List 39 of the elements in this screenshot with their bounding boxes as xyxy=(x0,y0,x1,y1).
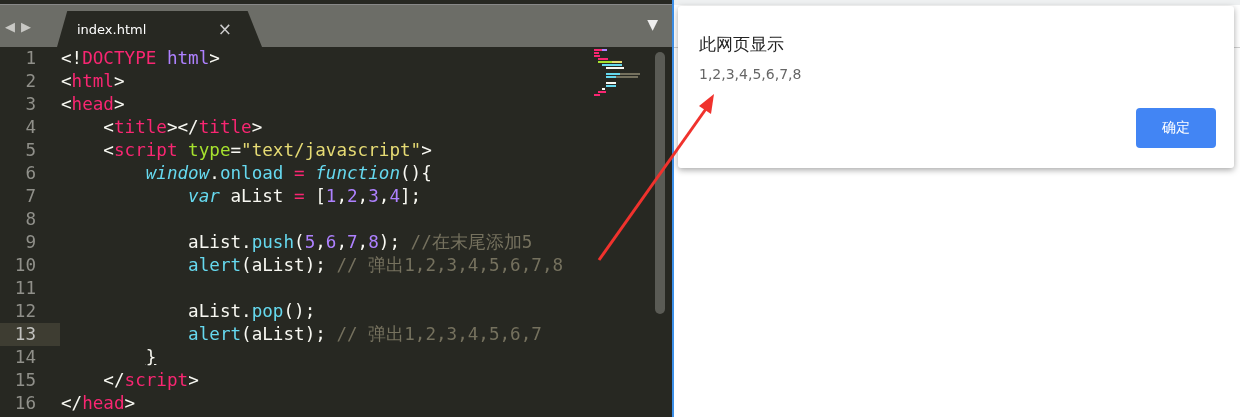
code-line: alert(aList); // 弹出1,2,3,4,5,6,7 xyxy=(187,323,542,346)
line-number: 10 xyxy=(13,254,37,277)
line-number: 8 xyxy=(24,208,37,231)
ok-button[interactable]: 确定 xyxy=(1136,108,1216,148)
line-number: 14 xyxy=(13,346,37,369)
line-number: 15 xyxy=(13,369,37,392)
line-number: 5 xyxy=(24,139,37,162)
line-number: 3 xyxy=(24,93,37,116)
code-line: aList.pop(); xyxy=(187,300,316,323)
back-button[interactable]: ◀ xyxy=(5,18,15,34)
dropdown-icon[interactable]: ▼ xyxy=(647,16,658,32)
line-number: 7 xyxy=(24,185,37,208)
line-number: 16 xyxy=(13,392,37,415)
line-number: 9 xyxy=(24,231,37,254)
code-line: <html> xyxy=(60,70,125,93)
code-line: <title></title> xyxy=(102,116,263,139)
dialog-title: 此网页显示 xyxy=(699,34,784,56)
code-line: <!DOCTYPE html> xyxy=(60,47,220,70)
line-number: 1 xyxy=(24,47,37,70)
forward-button[interactable]: ▶ xyxy=(21,18,31,34)
close-icon[interactable]: × xyxy=(217,19,232,39)
line-number: 12 xyxy=(13,300,37,323)
line-number: 6 xyxy=(24,162,37,185)
line-number: 4 xyxy=(24,116,37,139)
code-line: </head> xyxy=(60,392,136,415)
code-line: window.onload = function(){ xyxy=(144,162,432,185)
code-line: var aList = [1,2,3,4]; xyxy=(187,185,422,208)
scrollbar-thumb[interactable] xyxy=(655,52,665,314)
dialog-message: 1,2,3,4,5,6,7,8 xyxy=(699,66,802,82)
editor-tab[interactable]: index.html × xyxy=(57,11,262,47)
code-line: <script type="text/javascript"> xyxy=(102,139,432,162)
line-number: 2 xyxy=(24,70,37,93)
code-line: } xyxy=(144,346,157,369)
code-line: alert(aList); // 弹出1,2,3,4,5,6,7,8 xyxy=(187,254,564,277)
line-number: 11 xyxy=(13,277,37,300)
code-line: </script> xyxy=(102,369,199,392)
code-line: aList.push(5,6,7,8); //在末尾添加5 xyxy=(187,231,533,254)
line-number: 13 xyxy=(0,323,60,346)
code-line: <head> xyxy=(60,93,125,116)
